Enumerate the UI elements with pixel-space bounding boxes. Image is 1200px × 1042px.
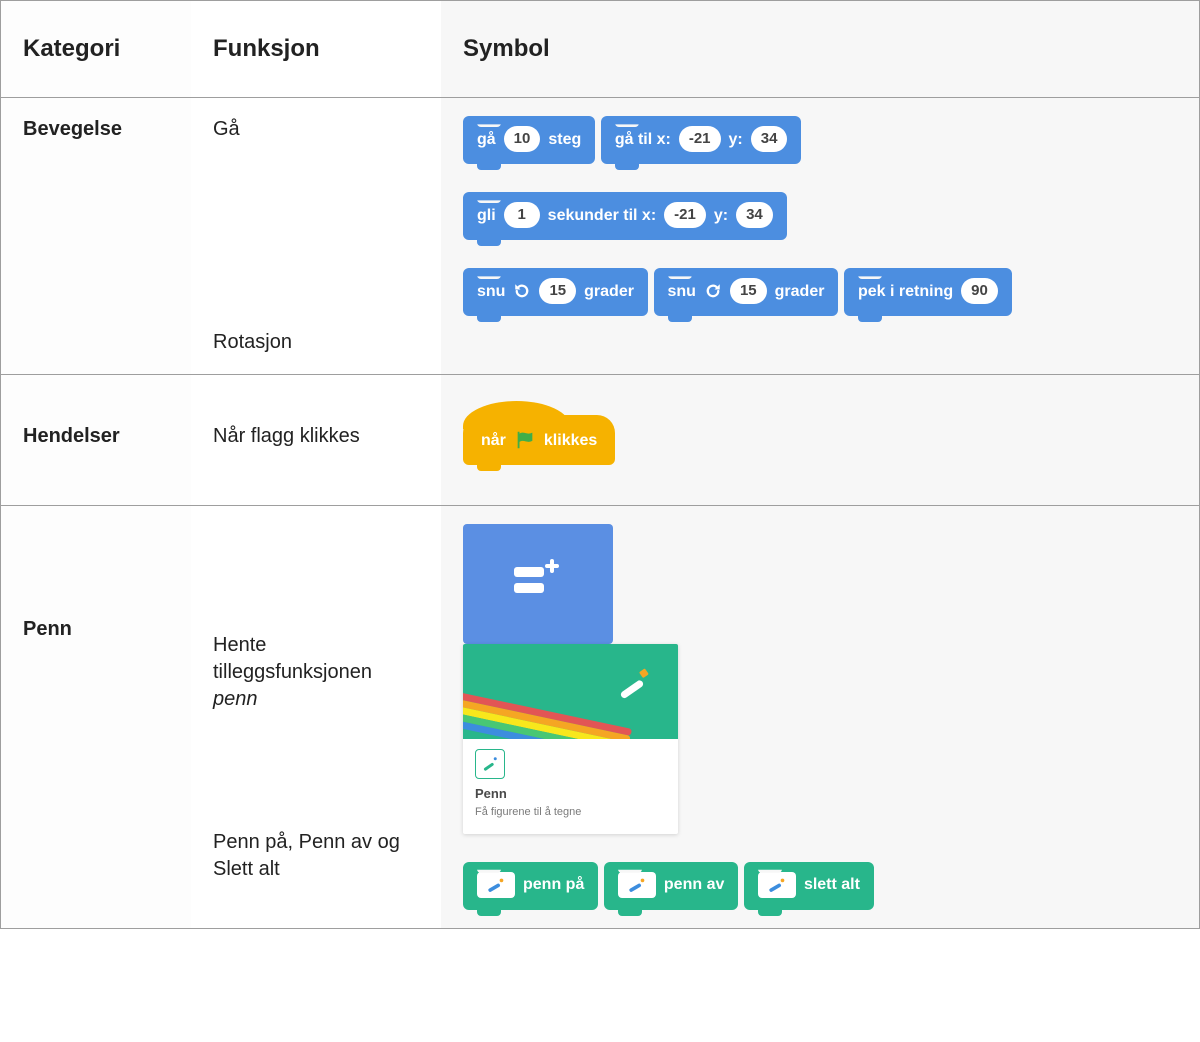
block-text: gli [477, 205, 496, 227]
block-point-direction[interactable]: pek i retning 90 [844, 268, 1012, 316]
input-x[interactable]: -21 [679, 126, 721, 152]
rainbow-icon [463, 669, 598, 739]
pen-extension-group: Penn Få figurene til å tegne [463, 524, 1169, 833]
green-flag-icon [514, 429, 536, 451]
pen-chip-icon [475, 749, 505, 779]
pen-extension-card[interactable]: Penn Få figurene til å tegne [463, 644, 678, 833]
block-when-flag-clicked[interactable]: når klikkes [463, 415, 615, 465]
pen-icon [758, 872, 796, 898]
header-category: Kategori [1, 1, 191, 97]
block-pen-up[interactable]: penn av [604, 862, 738, 910]
block-text: penn av [664, 874, 724, 896]
pen-ops-blocks: penn på penn av slett alt [463, 862, 1169, 910]
fetch-line1: Hente [213, 632, 419, 659]
block-text: når [481, 430, 506, 452]
block-turn-cw[interactable]: snu 15 grader [463, 268, 648, 316]
block-text: pek i retning [858, 281, 953, 303]
pen-icon [616, 666, 650, 708]
fetch-line3: penn [213, 686, 419, 713]
block-text: sekunder til x: [548, 205, 656, 227]
row-movement: Bevegelse Gå Rotasjon gå 10 steg gå til [1, 98, 1199, 375]
input-y[interactable]: 34 [751, 126, 788, 152]
category-pen: Penn [1, 506, 191, 927]
function-pen-ops: Penn på, Penn av og Slett alt [213, 829, 419, 883]
input-y[interactable]: 34 [736, 202, 773, 228]
symbol-col-movement: gå 10 steg gå til x: -21 y: 34 gli 1 [441, 98, 1199, 374]
block-text: snu [668, 281, 696, 303]
block-glide[interactable]: gli 1 sekunder til x: -21 y: 34 [463, 192, 787, 240]
table-header-row: Kategori Funksjon Symbol [1, 1, 1199, 98]
rotate-ccw-icon [704, 282, 722, 300]
go-blocks: gå 10 steg gå til x: -21 y: 34 [463, 116, 1169, 164]
block-text: penn på [523, 874, 584, 896]
block-pen-down[interactable]: penn på [463, 862, 598, 910]
fetch-line2: tilleggsfunksjonen [213, 659, 419, 686]
input-direction[interactable]: 90 [961, 278, 998, 304]
function-fetch-pen: Hente tilleggsfunksjonen penn [213, 632, 419, 713]
glide-blocks: gli 1 sekunder til x: -21 y: 34 [463, 192, 1169, 240]
card-hero [463, 644, 678, 739]
block-text: grader [775, 281, 825, 303]
block-turn-ccw[interactable]: snu 15 grader [654, 268, 839, 316]
symbol-col-events: når klikkes [441, 375, 1199, 505]
hat-shape [463, 401, 570, 429]
function-flag-label: Når flagg klikkes [191, 375, 441, 505]
block-text: y: [714, 205, 728, 227]
block-text: snu [477, 281, 505, 303]
block-text: steg [548, 129, 581, 151]
rotate-cw-icon [513, 282, 531, 300]
row-pen: Penn Hente tilleggsfunksjonen penn Penn … [1, 506, 1199, 927]
block-text: slett alt [804, 874, 860, 896]
symbol-col-pen: Penn Få figurene til å tegne penn på [441, 506, 1199, 927]
row-events: Hendelser Når flagg klikkes når klikkes [1, 375, 1199, 506]
block-text: y: [729, 129, 743, 151]
block-text: gå [477, 129, 496, 151]
function-rotation-label: Rotasjon [213, 329, 419, 356]
block-erase-all[interactable]: slett alt [744, 862, 874, 910]
input-degrees[interactable]: 15 [539, 278, 576, 304]
block-text: gå til x: [615, 129, 671, 151]
pen-icon [618, 872, 656, 898]
block-go-to-xy[interactable]: gå til x: -21 y: 34 [601, 116, 802, 164]
input-degrees[interactable]: 15 [730, 278, 767, 304]
header-symbol: Symbol [441, 1, 1199, 97]
function-col-movement: Gå Rotasjon [191, 98, 441, 374]
card-subtitle: Få figurene til å tegne [475, 805, 666, 820]
input-x[interactable]: -21 [664, 202, 706, 228]
add-extension-icon [508, 555, 568, 613]
category-movement: Bevegelse [1, 98, 191, 374]
function-go-label: Gå [213, 116, 419, 143]
card-body: Penn Få figurene til å tegne [463, 739, 678, 833]
rotation-blocks: snu 15 grader snu 15 grader [463, 268, 1169, 316]
input-steps[interactable]: 10 [504, 126, 541, 152]
reference-table: Kategori Funksjon Symbol Bevegelse Gå Ro… [0, 0, 1200, 929]
category-events: Hendelser [1, 375, 191, 505]
block-go-steps[interactable]: gå 10 steg [463, 116, 595, 164]
pen-icon [477, 872, 515, 898]
input-secs[interactable]: 1 [504, 202, 540, 228]
card-title: Penn [475, 785, 666, 803]
add-extension-button[interactable] [463, 524, 613, 644]
block-text: klikkes [544, 430, 597, 452]
function-col-pen: Hente tilleggsfunksjonen penn Penn på, P… [191, 506, 441, 927]
block-text: grader [584, 281, 634, 303]
header-function: Funksjon [191, 1, 441, 97]
